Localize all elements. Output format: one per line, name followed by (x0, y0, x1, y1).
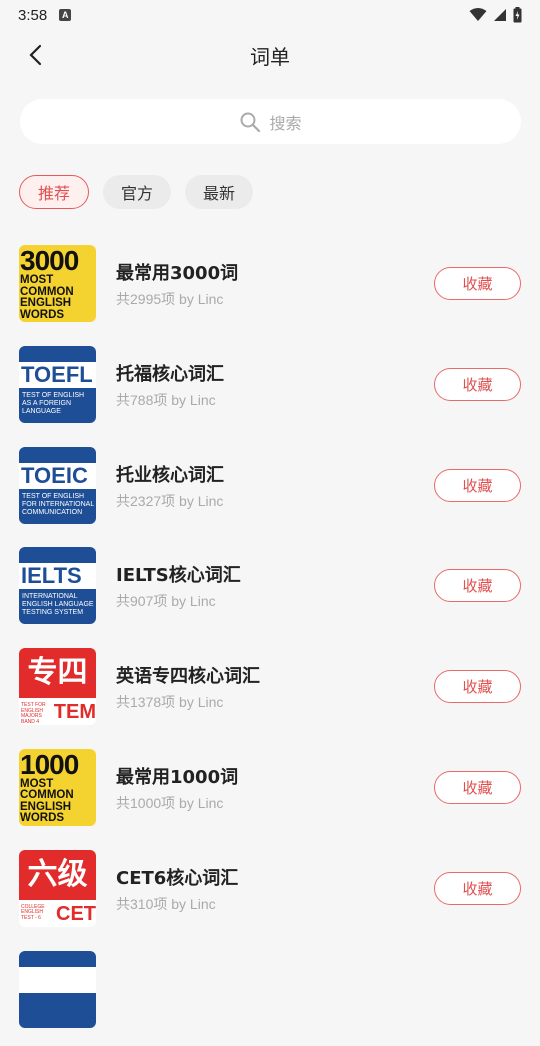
cover-subtitle-line: WORDS (20, 812, 65, 825)
wordlist-name: 英语专四核心词汇 (116, 666, 260, 688)
cover-subtitle-line: FOR INTERNATIONAL (22, 500, 95, 508)
favorite-button[interactable]: 收藏 (434, 569, 521, 603)
cover-title: 1000 (20, 748, 79, 780)
cover-subtitle: INTERNATIONAL ENGLISH LANGUAGE TESTING SYS… (22, 593, 94, 617)
signal-icon (494, 9, 506, 21)
wordlist-name: 托业核心词汇 (116, 464, 224, 486)
cover-subtitle-line: INTERNATIONAL (22, 593, 78, 601)
status-bar: 3:58 A (0, 0, 540, 30)
cover-subtitle-line: AS A FOREIGN (22, 399, 72, 407)
cover-subtitle: TEST OF ENGLISH FOR INTERNATIONAL COMMUNIC… (22, 493, 94, 517)
cover-title: IELTS (21, 563, 82, 589)
wordlist-cover-image: 六级 COLLEGE ENGLISH TEST - 6 CET (19, 849, 96, 927)
cover-subtitle-line: WORDS (20, 308, 65, 321)
cover-title: TOEFL (21, 361, 93, 387)
wordlist-name: CET6核心词汇 (116, 867, 239, 889)
filter-chips: 推荐 官方 最新 (19, 175, 254, 209)
favorite-button[interactable]: 收藏 (434, 468, 521, 502)
wordlist-meta: 共310项 by Linc (116, 895, 216, 912)
list-item[interactable]: 六级 COLLEGE ENGLISH TEST - 6 CET CET6核心词汇共310项… (0, 845, 540, 946)
search-icon (240, 112, 261, 132)
cover-title: TOEIC (21, 462, 88, 488)
search-input[interactable]: 搜索 (20, 99, 521, 144)
word-list: 3000 MOST COMMON ENGLISH WORDS 最常用3000词共2995项… (0, 240, 540, 1046)
filter-chip-latest[interactable]: 最新 (185, 175, 254, 209)
cover-subtitle: COLLEGE ENGLISH TEST - 6 (21, 904, 45, 922)
wordlist-meta: 共2995项 by Linc (116, 291, 224, 307)
cover-subtitle: TEST OF ENGLISH AS A FOREIGN LANGUAGE (22, 392, 84, 416)
cover-subtitle-line: TEST OF ENGLISH (22, 492, 85, 500)
cover-subtitle-line: TESTING SYSTEM (22, 609, 84, 617)
list-item[interactable] (0, 946, 540, 1046)
wifi-icon (469, 8, 487, 21)
app-header: 词单 (0, 30, 540, 80)
wordlist-meta: 共2327项 by Linc (116, 492, 224, 509)
notification-a-icon: A (59, 9, 72, 21)
status-time: 3:58 (18, 6, 48, 24)
page-title: 词单 (250, 44, 290, 69)
favorite-button[interactable]: 收藏 (434, 267, 521, 300)
list-item[interactable]: 专四 TEST FOR ENGLISH MAJORS BAND 4 TEM 英语专四核心词汇… (0, 643, 540, 744)
wordlist-cover-image (19, 950, 96, 1028)
cover-title: 3000 (20, 245, 79, 276)
wordlist-cover-image: TOEFL TEST OF ENGLISH AS A FOREIGN LANGUAGE (19, 345, 96, 423)
list-item[interactable]: 3000 MOST COMMON ENGLISH WORDS 最常用3000词共2995项… (0, 240, 540, 341)
wordlist-meta: 共1378项 by Linc (116, 694, 224, 711)
favorite-button[interactable]: 收藏 (434, 367, 521, 401)
cover-subtitle-line: TEST - 6 (21, 914, 41, 921)
cover-subtitle-line: LANGUAGE (22, 407, 61, 415)
chevron-left-icon (29, 44, 42, 66)
favorite-button[interactable]: 收藏 (434, 871, 521, 905)
back-button[interactable] (18, 38, 52, 72)
cover-subtitle: TEST FOR ENGLISH MAJORS BAND 4 (21, 703, 46, 725)
wordlist-meta: 共907项 by Linc (116, 593, 216, 610)
cover-subtitle-line: TEST OF ENGLISH (22, 391, 85, 399)
favorite-button[interactable]: 收藏 (434, 670, 521, 704)
wordlist-cover-image: 1000 MOST COMMON ENGLISH WORDS (19, 748, 96, 826)
wordlist-cover-image: 专四 TEST FOR ENGLISH MAJORS BAND 4 TEM (19, 648, 96, 726)
cover-subtitle-line: ENGLISH (20, 297, 72, 309)
filter-chip-official[interactable]: 官方 (103, 175, 172, 209)
cover-subtitle-line: MOST (20, 274, 54, 286)
cover-title: 专四 (19, 648, 96, 699)
wordlist-cover-image: 3000 MOST COMMON ENGLISH WORDS (19, 245, 96, 322)
status-icons (469, 7, 522, 23)
cover-subtitle-line: ENGLISH LANGUAGE (22, 601, 94, 609)
battery-icon (513, 7, 522, 23)
cover-title: 六级 (19, 849, 96, 900)
wordlist-name: 最常用3000词 (116, 263, 239, 284)
filter-chip-recommended[interactable]: 推荐 (19, 175, 90, 209)
wordlist-meta: 共788项 by Linc (116, 391, 216, 408)
list-item[interactable]: 1000 MOST COMMON ENGLISH WORDS 最常用1000词共1000项… (0, 744, 540, 845)
cover-subtitle-line: BAND 4 (21, 718, 40, 725)
list-item[interactable]: TOEFL TEST OF ENGLISH AS A FOREIGN LANGUAGE… (0, 341, 540, 442)
wordlist-name: IELTS核心词汇 (116, 565, 241, 587)
wordlist-meta: 共1000项 by Linc (116, 794, 224, 811)
wordlist-cover-image: IELTS INTERNATIONAL ENGLISH LANGUAGE TESTIN… (19, 547, 96, 625)
cover-tag: CET (56, 902, 96, 925)
list-item[interactable]: TOEIC TEST OF ENGLISH FOR INTERNATIONAL COM… (0, 442, 540, 543)
wordlist-name: 最常用1000词 (116, 766, 239, 788)
wordlist-cover-image: TOEIC TEST OF ENGLISH FOR INTERNATIONAL COM… (19, 446, 96, 524)
list-item[interactable]: IELTS INTERNATIONAL ENGLISH LANGUAGE TESTIN… (0, 542, 540, 643)
favorite-button[interactable]: 收藏 (434, 770, 521, 804)
cover-subtitle-line: COMMUNICATION (22, 508, 83, 516)
cover-title (19, 967, 96, 993)
search-placeholder: 搜索 (269, 113, 302, 133)
wordlist-name: 托福核心词汇 (116, 363, 224, 385)
cover-tag: TEM (53, 701, 96, 724)
